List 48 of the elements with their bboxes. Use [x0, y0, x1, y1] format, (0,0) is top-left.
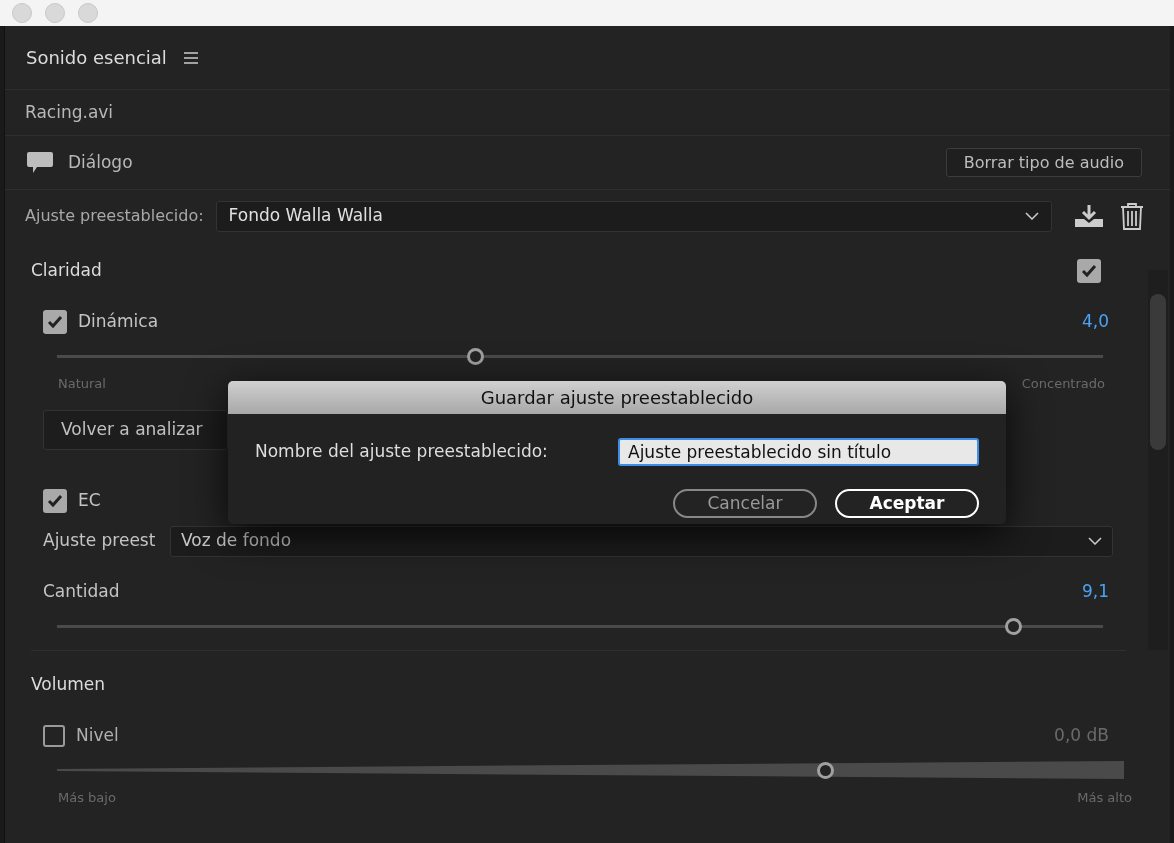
control-label: EC: [78, 489, 101, 513]
preset-dropdown[interactable]: Voz de fondo: [170, 525, 1113, 557]
section-title: Volumen: [31, 673, 106, 697]
scrollbar-track[interactable]: [1148, 270, 1168, 650]
level-slider-track[interactable]: [57, 760, 1124, 780]
audio-type-label: Diálogo: [68, 150, 133, 174]
preset-label: Ajuste preestablecido:: [25, 205, 204, 227]
preset-name-field[interactable]: Ajuste preestablecido sin título: [618, 438, 979, 466]
slider-value: 9,1: [1081, 580, 1109, 604]
chevron-down-icon: [1025, 212, 1039, 220]
section-title: Claridad: [31, 259, 103, 283]
speech-bubble-icon: [26, 150, 54, 175]
dialog-title: Guardar ajuste preestablecido: [228, 381, 1006, 414]
checkbox[interactable]: [43, 310, 67, 334]
clip-name: Racing.avi: [25, 100, 114, 124]
control-label: Nivel: [76, 724, 119, 748]
slider-track[interactable]: [57, 625, 1103, 628]
slider-track[interactable]: [57, 355, 1103, 358]
reanalyze-button[interactable]: Volver a analizar: [43, 410, 228, 450]
trash-icon[interactable]: [1120, 202, 1144, 230]
control-label: Dinámica: [78, 310, 159, 334]
download-icon[interactable]: [1074, 204, 1104, 228]
chevron-down-icon: [1088, 537, 1102, 545]
preset-dropdown[interactable]: Fondo Walla Walla: [215, 200, 1052, 232]
checkmark-icon: [47, 315, 63, 329]
checkbox[interactable]: [43, 725, 65, 747]
cancel-button[interactable]: Cancelar: [673, 489, 817, 518]
checkbox[interactable]: [43, 489, 67, 513]
checkmark-icon: [1081, 264, 1097, 278]
min-label: Natural: [58, 375, 107, 394]
slider-thumb[interactable]: [467, 348, 485, 365]
control-label: Ajuste preest: [43, 529, 157, 553]
slider-value: 4,0: [1081, 310, 1109, 334]
control-label: Cantidad: [43, 580, 120, 604]
checkbox[interactable]: [1077, 259, 1101, 283]
slider-thumb[interactable]: [1005, 618, 1023, 635]
checkmark-icon: [47, 494, 63, 508]
slider-value: 0,0 dB: [1054, 724, 1109, 748]
panel-title: Sonido esencial: [26, 46, 167, 70]
min-label: Más bajo: [58, 789, 117, 808]
accept-button[interactable]: Aceptar: [835, 489, 979, 518]
field-label: Nombre del ajuste preestablecido:: [255, 440, 549, 464]
menu-icon[interactable]: [182, 51, 199, 64]
clear-audio-type-button[interactable]: Borrar tipo de audio: [945, 148, 1142, 177]
scrollbar-thumb[interactable]: [1150, 294, 1166, 450]
slider-thumb[interactable]: [817, 762, 835, 779]
max-label: Más alto: [1077, 789, 1132, 808]
max-label: Concentrado: [1021, 375, 1105, 394]
